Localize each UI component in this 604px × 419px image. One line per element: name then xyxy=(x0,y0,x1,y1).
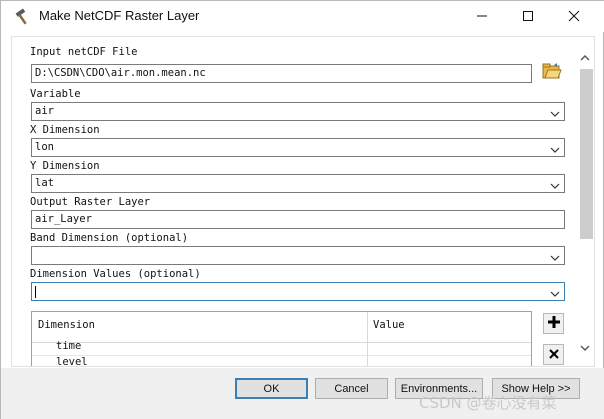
scroll-thumb[interactable] xyxy=(580,69,593,239)
vertical-scrollbar[interactable] xyxy=(575,37,594,366)
band-dimension-label: Band Dimension (optional) xyxy=(30,232,189,244)
y-dimension-value: lat xyxy=(35,177,54,189)
chevron-down-icon xyxy=(550,179,560,189)
variable-value: air xyxy=(35,105,54,117)
folder-open-icon xyxy=(542,62,562,84)
watermark: CSDN @卷心没有菜 xyxy=(419,394,557,412)
variable-label: Variable xyxy=(30,88,81,100)
y-dimension-select[interactable]: lat xyxy=(31,174,565,193)
delete-icon xyxy=(548,345,560,364)
add-row-button[interactable] xyxy=(543,313,564,334)
close-button[interactable] xyxy=(551,1,597,32)
tool-dialog: Make NetCDF Raster Layer Input netCDF Fi… xyxy=(0,0,604,419)
scroll-down-button[interactable] xyxy=(578,339,592,353)
chevron-up-icon xyxy=(580,47,590,66)
chevron-down-icon xyxy=(550,107,560,117)
output-raster-label: Output Raster Layer xyxy=(30,196,151,208)
cancel-button[interactable]: Cancel xyxy=(315,378,388,399)
ok-button[interactable]: OK xyxy=(235,378,308,399)
minimize-icon xyxy=(476,7,488,26)
parameters-panel: Input netCDF File D:\CSDN\CDO\air.mon.me… xyxy=(11,36,595,367)
chevron-down-icon xyxy=(550,251,560,261)
x-dimension-label: X Dimension xyxy=(30,124,100,136)
dimension-values-select[interactable] xyxy=(31,282,565,301)
hammer-icon xyxy=(14,8,32,26)
delete-row-button[interactable] xyxy=(543,344,564,365)
text-caret xyxy=(35,286,36,298)
column-header-value[interactable]: Value xyxy=(373,319,405,331)
maximize-button[interactable] xyxy=(505,1,551,32)
close-icon xyxy=(568,7,580,26)
y-dimension-label: Y Dimension xyxy=(30,160,100,172)
dimension-values-label: Dimension Values (optional) xyxy=(30,268,201,280)
band-dimension-select[interactable] xyxy=(31,246,565,265)
chevron-down-icon xyxy=(550,143,560,153)
variable-select[interactable]: air xyxy=(31,102,565,121)
chevron-down-icon xyxy=(580,337,590,356)
table-row[interactable]: level xyxy=(32,355,531,367)
titlebar: Make NetCDF Raster Layer xyxy=(1,1,604,32)
dimension-cell: time xyxy=(56,340,82,352)
input-file-label: Input netCDF File xyxy=(30,46,138,58)
plus-icon xyxy=(547,314,561,333)
scroll-up-button[interactable] xyxy=(578,49,592,63)
minimize-button[interactable] xyxy=(459,1,505,32)
chevron-down-icon xyxy=(550,287,560,297)
dimension-cell: level xyxy=(56,356,88,367)
browse-button[interactable] xyxy=(540,61,564,85)
output-raster-field[interactable]: air_Layer xyxy=(31,210,565,229)
table-row[interactable]: time xyxy=(32,339,531,356)
x-dimension-value: lon xyxy=(35,141,54,153)
input-file-field[interactable]: D:\CSDN\CDO\air.mon.mean.nc xyxy=(31,64,532,83)
maximize-icon xyxy=(522,7,534,26)
x-dimension-select[interactable]: lon xyxy=(31,138,565,157)
dimension-value-table[interactable]: Dimension Value time level xyxy=(31,311,532,367)
column-header-dimension[interactable]: Dimension xyxy=(38,319,95,331)
window-title: Make NetCDF Raster Layer xyxy=(39,8,200,23)
